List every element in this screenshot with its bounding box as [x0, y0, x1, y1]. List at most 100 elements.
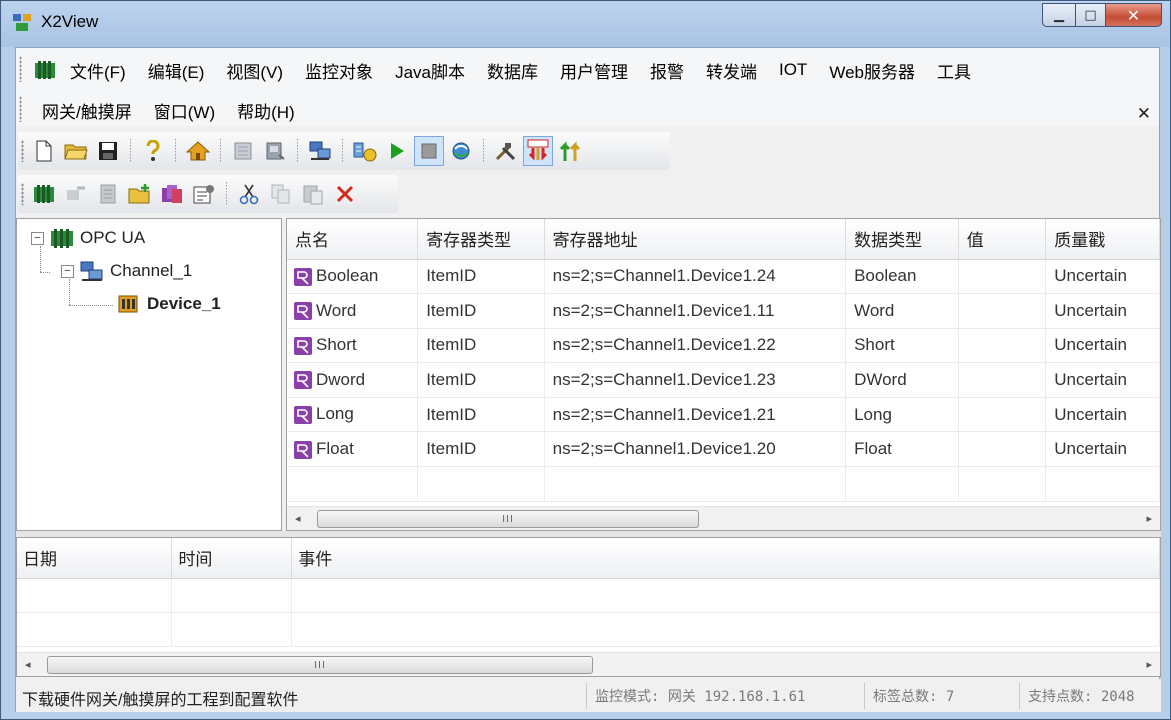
close-button[interactable]: ✕ — [1106, 3, 1162, 27]
menu-tools[interactable]: 工具 — [926, 58, 982, 83]
menu-help[interactable]: 帮助(H) — [226, 98, 306, 123]
upload-button[interactable] — [555, 136, 585, 166]
tree-node-device[interactable]: Device_1 — [117, 293, 221, 315]
window-controls: ▁ □ ✕ — [1042, 3, 1162, 27]
cell-data-type: Boolean — [845, 259, 959, 295]
cell-quality: Uncertain — [1045, 431, 1160, 468]
maximize-button[interactable]: □ — [1076, 3, 1106, 27]
menu-file[interactable]: 文件(F) — [66, 58, 137, 83]
menu-edit[interactable]: 编辑(E) — [137, 58, 216, 83]
connect-plug-icon — [353, 142, 377, 162]
tag-grid[interactable]: 点名 寄存器类型 寄存器地址 数据类型 值 质量戳 Boolean ItemID n… — [286, 218, 1161, 531]
stop-button[interactable] — [414, 136, 444, 166]
device-config-icon — [266, 142, 285, 160]
add-device-icon — [67, 186, 85, 200]
tree-node-channel[interactable]: − Channel_1 — [61, 260, 192, 282]
table-row — [17, 612, 1160, 647]
collapse-icon[interactable]: − — [31, 231, 44, 245]
help-button[interactable] — [138, 136, 168, 166]
device-list-button[interactable] — [228, 136, 258, 166]
col-header-time[interactable]: 时间 — [171, 538, 293, 579]
toolbar-grip[interactable] — [21, 140, 24, 162]
menu-grip[interactable] — [19, 56, 22, 82]
new-button[interactable] — [29, 136, 59, 166]
properties-button[interactable] — [189, 179, 219, 209]
copy-button[interactable] — [266, 179, 296, 209]
add-channel-button[interactable] — [29, 179, 59, 209]
cell-quality: Uncertain — [1045, 259, 1160, 295]
add-device-button[interactable] — [61, 179, 91, 209]
col-header-address[interactable]: 寄存器地址 — [544, 219, 847, 260]
connect-button[interactable] — [350, 136, 380, 166]
tag-batch-button[interactable] — [157, 179, 187, 209]
log-scroll-thumb[interactable]: III — [47, 656, 593, 674]
toolbar-grip[interactable] — [21, 183, 24, 205]
minimize-button[interactable]: ▁ — [1042, 3, 1076, 27]
paste-button[interactable] — [298, 179, 328, 209]
menu-gateway[interactable]: 网关/触摸屏 — [26, 98, 143, 123]
menu-window[interactable]: 窗口(W) — [143, 98, 226, 123]
project-tree[interactable]: − OPC UA − Channel_1 Device_1 — [16, 218, 282, 531]
menu-row-2: 网关/触摸屏 窗口(W) 帮助(H) — [26, 95, 306, 125]
title-bar[interactable]: X2View ▁ □ ✕ — [1, 1, 1170, 47]
download-button[interactable] — [523, 136, 553, 166]
cut-button[interactable] — [234, 179, 264, 209]
mdi-close-icon[interactable]: ✕ — [1137, 104, 1151, 124]
scroll-right-icon[interactable]: ▸ — [1146, 512, 1152, 525]
col-header-quality[interactable]: 质量戳 — [1045, 219, 1160, 260]
log-hscrollbar[interactable]: ◂ III ▸ — [17, 652, 1160, 676]
tree-node-opcua[interactable]: − OPC UA — [31, 227, 145, 249]
table-row[interactable]: Word ItemID ns=2;s=Channel1.Device1.11 Word… — [287, 293, 1160, 329]
cell-value — [958, 328, 1047, 364]
menu-iot[interactable]: IOT — [768, 60, 818, 80]
tag-table: 点名 寄存器类型 寄存器地址 数据类型 值 质量戳 Boolean ItemID n… — [287, 219, 1160, 502]
save-button[interactable] — [93, 136, 123, 166]
menu-view[interactable]: 视图(V) — [215, 58, 294, 83]
col-header-data-type[interactable]: 数据类型 — [845, 219, 959, 260]
refresh-button[interactable] — [446, 136, 476, 166]
window-title: X2View — [41, 12, 99, 31]
cell-data-type: Short — [845, 328, 959, 364]
grid-hscrollbar[interactable]: ◂ III ▸ — [287, 506, 1160, 530]
table-row[interactable]: Float ItemID ns=2;s=Channel1.Device1.20 Flo… — [287, 431, 1160, 468]
add-tag-button[interactable] — [93, 179, 123, 209]
status-bar: 下载硬件网关/触摸屏的工程到配置软件 监控模式: 网关 192.168.1.61… — [16, 679, 1161, 712]
scroll-right-icon[interactable]: ▸ — [1146, 658, 1152, 671]
save-icon — [99, 142, 117, 160]
home-button[interactable] — [183, 136, 213, 166]
new-folder-button[interactable] — [125, 179, 155, 209]
grid-scroll-thumb[interactable]: III — [317, 510, 699, 528]
col-header-value[interactable]: 值 — [958, 219, 1047, 260]
menu-database[interactable]: 数据库 — [476, 58, 549, 83]
menu-forwarder[interactable]: 转发端 — [695, 58, 768, 83]
device-config-button[interactable] — [260, 136, 290, 166]
col-header-event[interactable]: 事件 — [291, 538, 1160, 579]
menu-monitor-objects[interactable]: 监控对象 — [294, 58, 384, 83]
cell-data-type: Long — [845, 397, 959, 433]
menu-alarm[interactable]: 报警 — [639, 58, 695, 83]
event-log[interactable]: 日期 时间 事件 ◂ III ▸ — [16, 537, 1161, 677]
table-row[interactable]: Short ItemID ns=2;s=Channel1.Device1.22 Sho… — [287, 328, 1160, 364]
table-row[interactable]: Boolean ItemID ns=2;s=Channel1.Device1.24 B… — [287, 259, 1160, 295]
menu-user-management[interactable]: 用户管理 — [549, 58, 639, 83]
collapse-icon[interactable]: − — [61, 264, 74, 278]
network-button[interactable] — [305, 136, 335, 166]
menu-web-server[interactable]: Web服务器 — [818, 58, 926, 83]
run-button[interactable] — [382, 136, 412, 166]
status-supported-points: 支持点数: 2048 — [1019, 683, 1161, 709]
col-header-date[interactable]: 日期 — [17, 538, 173, 579]
mdi-document-icon[interactable] — [34, 60, 56, 80]
table-row[interactable]: Long ItemID ns=2;s=Channel1.Device1.21 Long… — [287, 397, 1160, 433]
table-row[interactable]: Dword ItemID ns=2;s=Channel1.Device1.23 DWo… — [287, 362, 1160, 398]
tools-button[interactable] — [491, 136, 521, 166]
menu-grip-2[interactable] — [19, 96, 22, 122]
cell-value — [958, 362, 1047, 398]
delete-button[interactable] — [330, 179, 360, 209]
col-header-name[interactable]: 点名 — [287, 219, 419, 260]
open-button[interactable] — [61, 136, 91, 166]
scroll-left-icon[interactable]: ◂ — [25, 658, 31, 671]
col-header-reg-type[interactable]: 寄存器类型 — [417, 219, 545, 260]
opc-board-icon — [51, 229, 73, 248]
scroll-left-icon[interactable]: ◂ — [295, 512, 301, 525]
menu-java-script[interactable]: Java脚本 — [384, 58, 476, 83]
